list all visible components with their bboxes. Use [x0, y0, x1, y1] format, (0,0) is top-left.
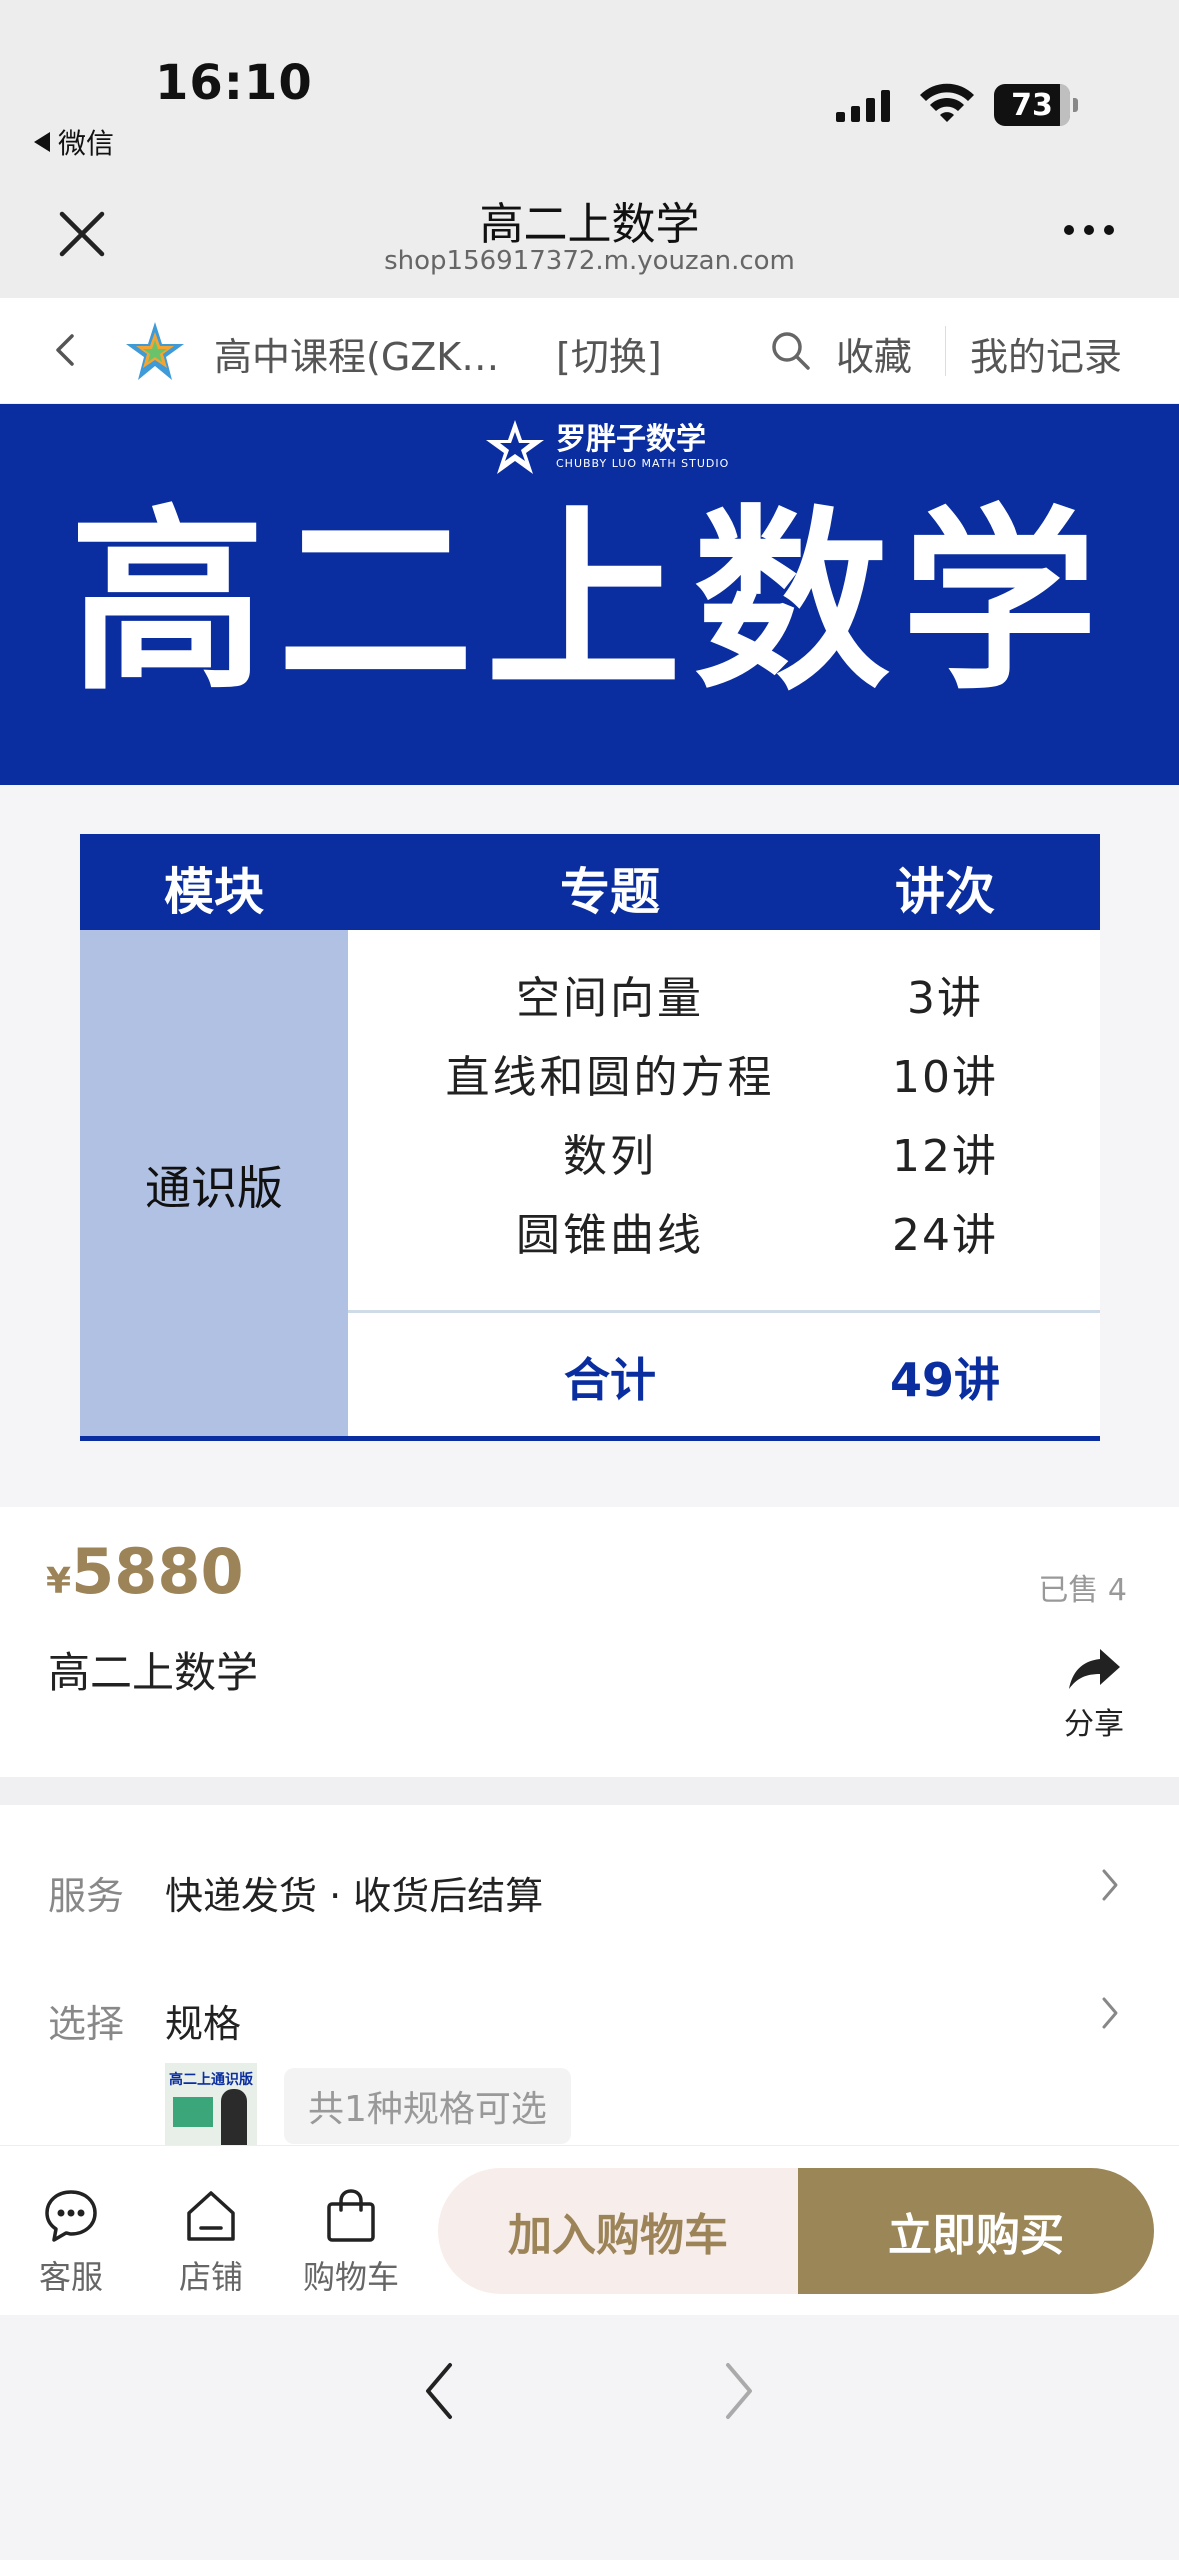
- banner-title: 高二上数学: [69, 489, 1110, 717]
- add-to-cart-button[interactable]: 加入购物车: [438, 2168, 798, 2294]
- currency-symbol: ¥: [46, 1561, 72, 1602]
- table-row-count: 3讲: [907, 973, 983, 1024]
- bottom-action-bar: 客服 店铺 购物车 加入购物车 立即购买: [0, 2145, 1179, 2315]
- module-cell: 通识版: [80, 930, 348, 1436]
- spec-thumb-text: 高二上通识版: [169, 2072, 253, 2088]
- wifi-icon: [920, 83, 974, 122]
- table-row-topic: 圆锥曲线: [516, 1210, 704, 1261]
- spec-value: 规格: [165, 2002, 242, 2046]
- battery-level: 73: [1011, 87, 1053, 123]
- browser-forward-icon[interactable]: [718, 2359, 758, 2423]
- chat-bubble-icon: [45, 2190, 97, 2242]
- favorite-button[interactable]: 收藏: [836, 326, 912, 381]
- browser-back-icon[interactable]: [420, 2359, 460, 2423]
- my-records-link[interactable]: 我的记录: [970, 326, 1122, 381]
- page-url: shop156917372.m.youzan.com: [384, 246, 795, 276]
- header-topic: 专题: [560, 863, 660, 921]
- page-title: 高二上数学: [479, 199, 700, 250]
- store-label: 店铺: [178, 2258, 243, 2296]
- table-row-count: 24讲: [892, 1210, 998, 1261]
- search-icon[interactable]: [770, 330, 812, 372]
- chevron-left-icon[interactable]: [48, 330, 84, 370]
- customer-service-button[interactable]: 客服: [16, 2186, 126, 2298]
- product-name: 高二上数学: [48, 1648, 259, 1697]
- module-label: 通识版: [145, 1161, 283, 1215]
- back-app-label: 微信: [58, 127, 115, 160]
- total-value: 49讲: [889, 1353, 1000, 1407]
- table-row-count: 12讲: [892, 1131, 998, 1182]
- table-header: 模块 专题 讲次: [80, 834, 1100, 930]
- cart-label: 购物车: [302, 2258, 399, 2296]
- share-button[interactable]: 分享: [1056, 1645, 1132, 1743]
- brand-logo: 罗胖子数学 CHUBBY LUO MATH STUDIO: [484, 418, 729, 476]
- spec-thumbnail[interactable]: 高二上通识版: [165, 2063, 257, 2145]
- customer-service-label: 客服: [38, 2258, 103, 2296]
- brand-name-en: CHUBBY LUO MATH STUDIO: [556, 457, 730, 470]
- buy-now-button[interactable]: 立即购买: [798, 2168, 1154, 2294]
- more-dots-icon[interactable]: [1064, 225, 1114, 235]
- browser-navigation: [0, 2315, 1179, 2560]
- table-row-count: 10讲: [892, 1052, 998, 1103]
- header-module: 模块: [164, 863, 264, 921]
- back-triangle-icon: [34, 132, 50, 152]
- total-label: 合计: [564, 1353, 656, 1407]
- service-value: 快递发货 · 收货后结算: [165, 1874, 544, 1918]
- table-bottom-rule: [80, 1436, 1100, 1441]
- store-icon: [187, 2191, 235, 2241]
- status-time: 16:10: [155, 55, 313, 111]
- store-button[interactable]: 店铺: [156, 2186, 266, 2298]
- price: ¥5880: [46, 1535, 244, 1608]
- course-table: 模块 专题 讲次 通识版 空间向量 3讲 直线和圆的方程 10讲 数列 12讲 …: [80, 834, 1100, 1441]
- spec-key: 选择: [48, 2002, 125, 2046]
- header-divider: [945, 326, 946, 376]
- brand-name-cn: 罗胖子数学: [556, 422, 706, 457]
- shop-header: 高中课程(GZK… [切换] 收藏 我的记录: [0, 298, 1179, 404]
- chevron-right-icon: [1102, 1997, 1118, 2029]
- table-row-topic: 直线和圆的方程: [445, 1052, 775, 1103]
- shop-logo-icon: [126, 322, 184, 380]
- header-count: 讲次: [895, 863, 995, 921]
- shopping-bag-icon: [327, 2189, 375, 2242]
- shop-name[interactable]: 高中课程(GZK…: [214, 326, 499, 381]
- battery-icon: 73: [994, 84, 1078, 126]
- cart-button[interactable]: 购物车: [296, 2186, 406, 2298]
- signal-icon: [836, 90, 890, 122]
- chevron-right-icon: [1102, 1869, 1118, 1901]
- service-key: 服务: [48, 1874, 125, 1918]
- price-amount: 5880: [71, 1535, 244, 1608]
- share-label: 分享: [1064, 1707, 1124, 1742]
- table-row-topic: 数列: [563, 1131, 657, 1182]
- spec-count-chip[interactable]: 共1种规格可选: [284, 2068, 571, 2144]
- back-to-wechat[interactable]: 微信: [34, 122, 114, 162]
- table-row-topic: 空间向量: [516, 973, 704, 1024]
- table-divider: [348, 1310, 1100, 1313]
- switch-shop-link[interactable]: [切换]: [556, 326, 662, 381]
- share-arrow-icon: [1069, 1649, 1120, 1689]
- price-card: ¥5880 已售 4 高二上数学 分享: [0, 1507, 1179, 1777]
- brand-star-icon: [486, 420, 544, 474]
- info-card: 服务 快递发货 · 收货后结算 选择 规格 高二上通识版: [0, 1805, 1179, 2145]
- sold-count: 已售 4: [1038, 1573, 1127, 1608]
